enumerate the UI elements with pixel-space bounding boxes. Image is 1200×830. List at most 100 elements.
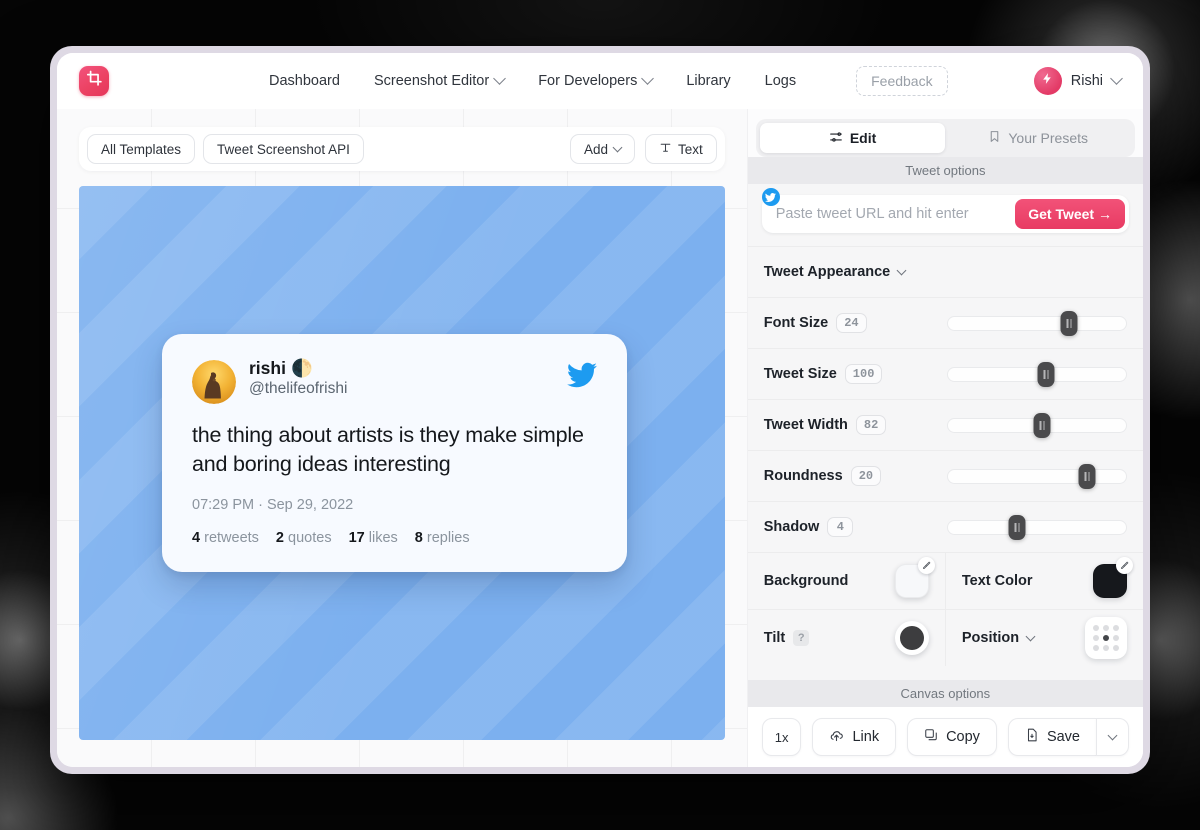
add-button[interactable]: Add xyxy=(569,134,635,164)
tweet-screenshot-api-button[interactable]: Tweet Screenshot API xyxy=(203,134,364,164)
chevron-down-icon xyxy=(612,142,623,152)
options-panel: Edit Your Presets Tweet options Paste tw… xyxy=(746,109,1143,767)
toolbar-right-group: Add Text xyxy=(569,134,717,164)
tilt-label: Tilt xyxy=(763,630,786,646)
avatar xyxy=(1033,67,1062,95)
tweet-handle: @thelifeofrishi xyxy=(249,380,348,398)
position-cell-2[interactable] xyxy=(1113,625,1120,631)
position-cell-8[interactable] xyxy=(1113,645,1120,651)
position-label: Position xyxy=(961,630,1020,646)
design-canvas[interactable]: rishi 🌓 @thelifeofrishi the thing about … xyxy=(79,186,725,740)
slider-row-tweet-width: Tweet Width 82 xyxy=(747,399,1143,450)
all-templates-button[interactable]: All Templates xyxy=(87,134,196,164)
tweet-stats: 4 retweets 2 quotes 17 likes 8 replies xyxy=(192,530,597,546)
zoom-level-button[interactable]: 1x xyxy=(761,718,802,756)
chevron-down-icon xyxy=(641,71,655,85)
text-color-swatch-wrap[interactable] xyxy=(1093,557,1134,598)
nav-label: Screenshot Editor xyxy=(373,73,490,89)
position-cell-0[interactable] xyxy=(1093,625,1100,631)
save-label: Save xyxy=(1046,729,1080,745)
slider-thumb[interactable] xyxy=(1060,310,1078,336)
get-tweet-button[interactable]: Get Tweet → xyxy=(1015,199,1125,229)
tweet-size-label: Tweet Size xyxy=(763,366,837,382)
panel-tabs: Edit Your Presets xyxy=(755,119,1135,157)
font-size-slider[interactable] xyxy=(947,310,1127,336)
slider-thumb[interactable] xyxy=(1037,361,1055,387)
editor-toolbar: All Templates Tweet Screenshot API Add T xyxy=(79,127,725,171)
tweet-options-header: Tweet options xyxy=(747,157,1143,184)
tweet-body-text: the thing about artists is they make sim… xyxy=(192,423,584,476)
position-cell-4[interactable] xyxy=(1103,635,1110,641)
user-menu[interactable]: Rishi xyxy=(1033,67,1123,95)
tweet-identity: rishi 🌓 @thelifeofrishi xyxy=(249,358,347,398)
slider-track xyxy=(947,468,1127,484)
nav-item-dashboard[interactable]: Dashboard xyxy=(269,73,340,89)
background-color-row: Background xyxy=(748,553,945,609)
shadow-label: Shadow xyxy=(763,519,820,535)
position-cell-5[interactable] xyxy=(1113,635,1120,641)
user-name-label: Rishi xyxy=(1070,73,1103,89)
twitter-bird-icon xyxy=(567,360,597,395)
twitter-bird-icon xyxy=(761,188,780,206)
tweet-appearance-accordion[interactable]: Tweet Appearance xyxy=(747,246,1143,297)
tweet-size-slider[interactable] xyxy=(947,361,1127,387)
chevron-down-icon xyxy=(896,265,907,275)
slider-thumb[interactable] xyxy=(1008,514,1026,540)
nav-label: Library xyxy=(686,73,731,89)
position-grid[interactable] xyxy=(1085,617,1128,659)
slider-thumb[interactable] xyxy=(1078,463,1096,489)
tab-label: Edit xyxy=(849,130,877,146)
background-label: Background xyxy=(763,573,849,589)
shadow-slider[interactable] xyxy=(947,514,1127,540)
roundness-value: 20 xyxy=(850,466,882,486)
position-cell-1[interactable] xyxy=(1103,625,1110,631)
tweet-width-label-group: Tweet Width 82 xyxy=(764,415,887,435)
shadow-label-group: Shadow 4 xyxy=(764,517,854,537)
save-file-icon xyxy=(1025,728,1039,746)
tilt-knob[interactable] xyxy=(894,621,929,655)
slider-track xyxy=(947,315,1127,331)
link-button[interactable]: Link xyxy=(812,718,897,756)
background-swatch-wrap[interactable] xyxy=(894,557,935,598)
position-label-group[interactable]: Position xyxy=(961,630,1036,646)
tweet-url-input[interactable] xyxy=(775,206,1016,222)
feedback-button[interactable]: Feedback xyxy=(856,66,948,96)
nav-item-for-developers[interactable]: For Developers xyxy=(538,71,655,89)
position-row: Position xyxy=(944,610,1143,666)
chevron-down-icon xyxy=(1107,730,1118,740)
position-cell-3[interactable] xyxy=(1093,635,1100,641)
question-mark-icon[interactable]: ? xyxy=(793,630,810,646)
tweet-card[interactable]: rishi 🌓 @thelifeofrishi the thing about … xyxy=(162,334,627,573)
position-cell-7[interactable] xyxy=(1103,645,1110,651)
tweet-stat-retweets: 4 retweets xyxy=(192,530,259,546)
save-button[interactable]: Save xyxy=(1007,718,1096,756)
save-button-group: Save xyxy=(1007,718,1129,756)
app-logo[interactable] xyxy=(79,66,109,96)
nav-item-logs[interactable]: Logs xyxy=(765,73,796,89)
roundness-slider[interactable] xyxy=(947,463,1127,489)
copy-button[interactable]: Copy xyxy=(907,718,997,756)
tweet-timestamp: 07:29 PM · Sep 29, 2022 xyxy=(192,497,354,514)
nav-item-screenshot-editor[interactable]: Screenshot Editor xyxy=(373,71,507,89)
text-button[interactable]: Text xyxy=(644,134,717,164)
workspace: All Templates Tweet Screenshot API Add T xyxy=(57,109,1143,767)
bookmark-icon xyxy=(988,130,1001,146)
font-size-label: Font Size xyxy=(763,315,829,331)
tab-your-presets[interactable]: Your Presets xyxy=(945,123,1131,153)
stat-count: 17 xyxy=(348,530,365,547)
tab-edit[interactable]: Edit xyxy=(759,123,946,153)
eyedropper-icon[interactable] xyxy=(917,557,935,574)
top-navigation-bar: Dashboard Screenshot Editor For Develope… xyxy=(57,53,1143,109)
text-color-label: Text Color xyxy=(961,573,1033,589)
tweet-width-slider[interactable] xyxy=(947,412,1127,438)
chevron-down-icon xyxy=(1110,71,1123,85)
slider-thumb[interactable] xyxy=(1033,412,1051,438)
tilt-row: Tilt ? xyxy=(748,610,945,666)
stat-count: 4 xyxy=(192,530,201,547)
position-cell-6[interactable] xyxy=(1093,645,1100,651)
link-label: Link xyxy=(852,729,880,745)
nav-item-library[interactable]: Library xyxy=(686,73,730,89)
save-options-button[interactable] xyxy=(1096,718,1129,756)
eyedropper-icon[interactable] xyxy=(1116,557,1134,574)
tilt-position-rows: Tilt ? Position xyxy=(747,609,1143,666)
